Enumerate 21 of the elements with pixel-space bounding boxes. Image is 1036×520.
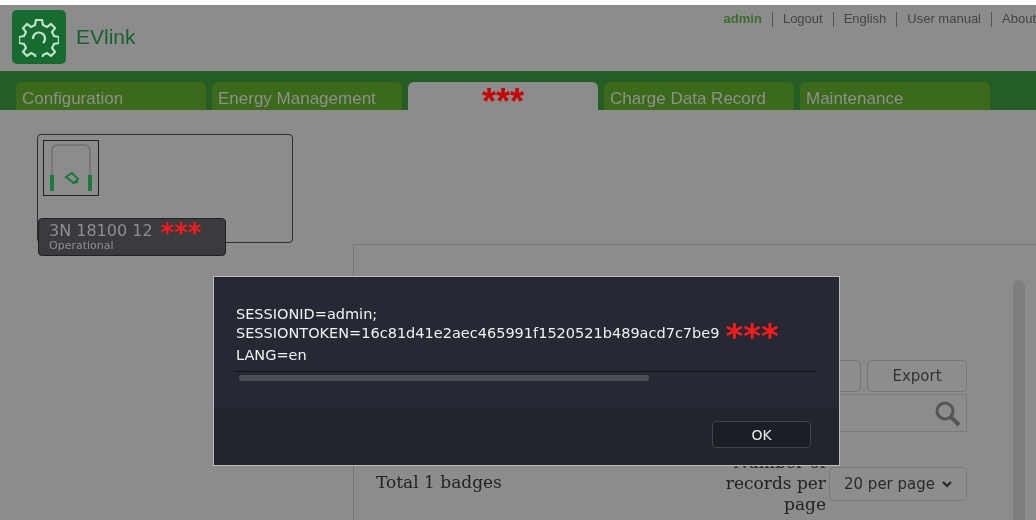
per-page-select[interactable]: 20 per page <box>829 467 967 501</box>
nav-tab[interactable]: Charge Data Record <box>604 82 794 110</box>
nav-tab[interactable]: Maintenance <box>800 82 990 110</box>
export-button[interactable]: Export <box>867 360 967 392</box>
device-status: Operational <box>49 239 115 252</box>
search-icon <box>934 400 962 428</box>
header-link[interactable]: About <box>1002 11 1036 26</box>
nav-tab[interactable]: *** <box>408 82 598 110</box>
gear-logo-icon <box>12 10 66 64</box>
ok-button[interactable]: OK <box>712 421 811 448</box>
user-name: admin <box>723 11 762 26</box>
nav-tab[interactable]: Energy Management <box>212 82 402 110</box>
app-name: EVlink <box>76 25 136 49</box>
charger-icon <box>43 140 99 196</box>
header-link[interactable]: English <box>843 11 887 26</box>
header-link[interactable]: User manual <box>907 11 981 26</box>
nav-tab[interactable]: Configuration <box>16 82 206 110</box>
chevron-icon <box>942 480 952 488</box>
scrollbar[interactable] <box>239 375 649 381</box>
total-count: Total 1 badges <box>376 472 502 492</box>
header-link[interactable]: Logout <box>782 11 823 26</box>
